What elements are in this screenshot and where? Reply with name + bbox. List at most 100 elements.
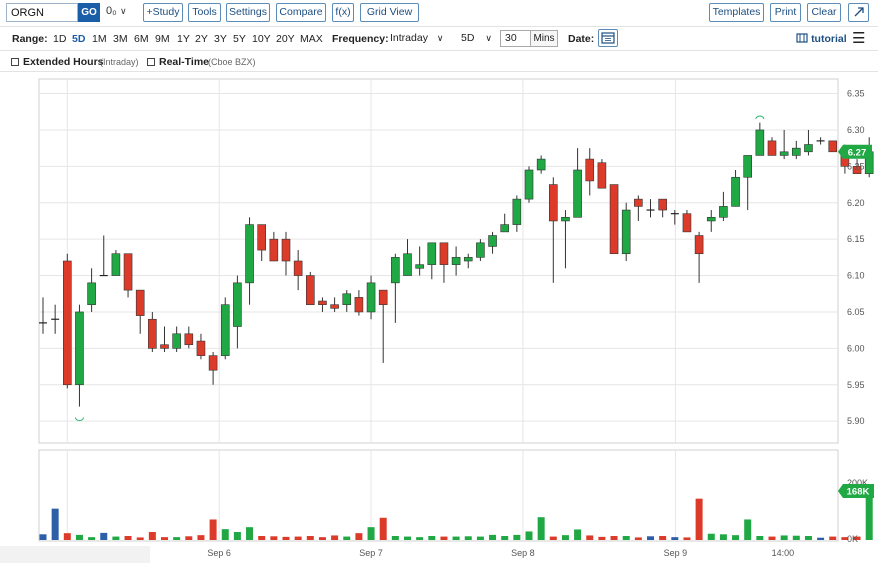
- volume-bar: [221, 529, 229, 540]
- volume-bar: [865, 492, 873, 540]
- candle-body: [172, 333, 181, 349]
- candle-body: [233, 282, 242, 327]
- candle-body: [427, 242, 437, 265]
- candle-body: [706, 217, 716, 222]
- candle-body: [585, 158, 595, 182]
- candle-body: [524, 169, 534, 200]
- candle-body: [75, 311, 84, 386]
- volume-bar: [817, 537, 825, 540]
- candlesticks: [39, 115, 874, 422]
- candle-body: [512, 198, 522, 225]
- candle-body: [220, 304, 230, 356]
- volume-bar: [282, 536, 290, 540]
- candle-body: [62, 260, 72, 386]
- volume-bar: [428, 536, 436, 540]
- chart-grid: [38, 78, 839, 542]
- candle-body: [330, 304, 339, 309]
- candle-body: [609, 184, 619, 255]
- candle-body: [184, 333, 194, 346]
- volume-bar: [780, 535, 788, 540]
- volume-bar: [209, 519, 217, 540]
- candle-body: [378, 289, 388, 305]
- candle-body: [111, 253, 121, 276]
- volume-bar: [707, 533, 715, 540]
- volume-bar: [719, 534, 727, 540]
- candle-body: [682, 213, 692, 233]
- last-price-label: 6.27: [848, 147, 867, 158]
- volume-bar: [379, 517, 387, 540]
- volume-bar: [185, 536, 193, 540]
- candle-body: [561, 217, 570, 222]
- volume-bar: [464, 536, 472, 540]
- last-volume-label: 168K: [847, 487, 870, 498]
- volume-bar: [622, 536, 630, 540]
- volume-bar: [634, 537, 642, 540]
- candle-body: [488, 235, 497, 247]
- volume-bar: [489, 534, 497, 540]
- volume-bar: [161, 537, 168, 540]
- candle-body: [536, 158, 546, 171]
- volume-bar: [75, 534, 83, 540]
- price-tick-label: 6.05: [847, 307, 865, 317]
- volume-bar: [343, 536, 351, 540]
- period-low-marker: [74, 417, 84, 422]
- candle-body: [281, 238, 291, 262]
- volume-bar: [610, 536, 618, 540]
- candle-body: [160, 344, 169, 349]
- volume-bar: [598, 536, 606, 540]
- volume-bar: [331, 535, 339, 540]
- candle-body: [451, 257, 461, 265]
- volume-bar: [671, 537, 679, 540]
- candle-body: [755, 129, 765, 156]
- volume-bar: [367, 527, 375, 540]
- candle-body: [597, 162, 607, 189]
- volume-bar: [197, 535, 205, 540]
- volume-bar: [148, 532, 156, 540]
- volume-bar: [586, 535, 594, 540]
- candle-body: [269, 238, 279, 262]
- volume-bar: [440, 536, 448, 540]
- volume-bar: [136, 537, 144, 540]
- candle-body: [87, 282, 96, 305]
- candle-body: [476, 242, 485, 258]
- price-pane-frame: [38, 78, 839, 444]
- volume-bar: [258, 536, 266, 540]
- candle-body: [791, 147, 801, 156]
- candle-body: [208, 355, 218, 371]
- price-chart[interactable]: 6.35 6.30 6.25 6.20 6.15 6.10 6.05 6.00 5.95 5.90…: [0, 0, 878, 563]
- candle-body: [658, 198, 667, 211]
- candle-body: [318, 300, 327, 305]
- volume-bar: [63, 533, 71, 540]
- volume-bar: [804, 536, 812, 540]
- scroll-strip[interactable]: [0, 546, 150, 563]
- volume-bar: [294, 536, 302, 540]
- price-tick-label: 6.15: [847, 234, 865, 244]
- candle-body: [305, 275, 315, 305]
- volume-bar: [391, 536, 399, 540]
- volume-bars: [39, 492, 873, 540]
- candle-body: [245, 224, 254, 284]
- price-tick-label: 5.90: [847, 416, 865, 426]
- price-tick-label: 6.20: [847, 198, 865, 208]
- volume-bar: [537, 517, 545, 540]
- time-tick-label: Sep 8: [511, 548, 535, 558]
- volume-bar: [525, 531, 533, 540]
- volume-bar: [88, 537, 96, 540]
- volume-bar: [695, 498, 703, 540]
- volume-bar: [732, 535, 740, 540]
- candle-body: [634, 198, 643, 207]
- volume-bar: [318, 537, 326, 540]
- candle-body: [767, 140, 777, 156]
- price-tick-label: 6.25: [847, 161, 865, 171]
- volume-bar: [452, 536, 460, 540]
- candle-body: [196, 340, 206, 356]
- candle-body: [391, 257, 400, 284]
- volume-bar: [561, 535, 569, 540]
- volume-bar: [683, 537, 691, 540]
- candle-body: [415, 264, 424, 269]
- candle-body: [573, 169, 582, 218]
- candle-body: [257, 224, 267, 251]
- volume-pane-frame: [38, 449, 839, 542]
- volume-bar: [574, 529, 582, 540]
- volume-bar: [744, 519, 752, 540]
